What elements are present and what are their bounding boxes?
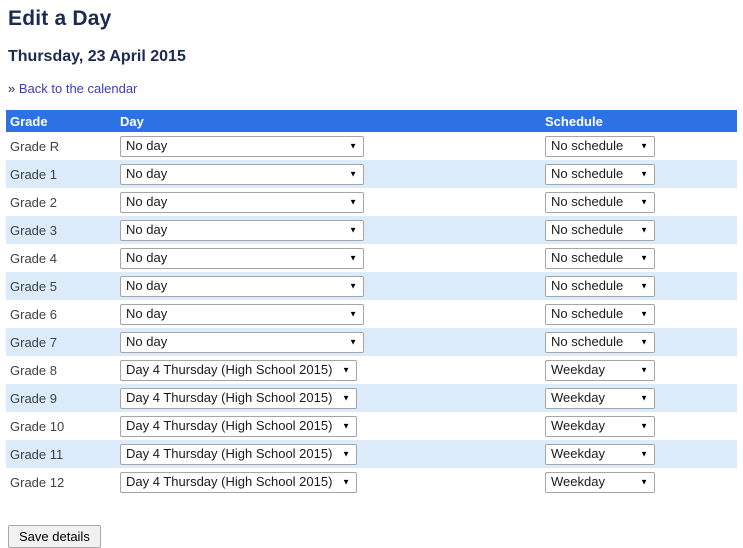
schedule-select[interactable]: No schedule — [545, 135, 655, 157]
schedule-select-wrapper: No schedule — [545, 275, 655, 297]
table-header-row: Grade Day Schedule — [6, 110, 737, 132]
day-select-wrapper: Day 4 Thursday (High School 2015) — [120, 471, 357, 493]
schedule-select-wrapper: Weekday — [545, 443, 655, 465]
back-link-prefix: » — [8, 81, 16, 96]
day-select-wrapper: Day 4 Thursday (High School 2015) — [120, 359, 357, 381]
schedule-select-wrapper: Weekday — [545, 415, 655, 437]
schedule-select-wrapper: No schedule — [545, 247, 655, 269]
table-row: Grade 1 No day No schedule — [6, 160, 737, 188]
edit-day-page: Edit a Day Thursday, 23 April 2015 » Bac… — [0, 0, 743, 548]
day-select-wrapper: Day 4 Thursday (High School 2015) — [120, 387, 357, 409]
grade-label: Grade 1 — [10, 166, 57, 182]
table-row: Grade 4 No day No schedule — [6, 244, 737, 272]
table-row: Grade 12 Day 4 Thursday (High School 201… — [6, 468, 737, 496]
day-select-wrapper: Day 4 Thursday (High School 2015) — [120, 443, 357, 465]
column-header-schedule: Schedule — [545, 113, 603, 129]
column-header-day: Day — [120, 113, 144, 129]
day-select-wrapper: Day 4 Thursday (High School 2015) — [120, 415, 357, 437]
day-select[interactable]: No day — [120, 135, 364, 157]
day-select[interactable]: No day — [120, 219, 364, 241]
day-select-wrapper: No day — [120, 191, 364, 213]
day-select[interactable]: No day — [120, 191, 364, 213]
grade-label: Grade 2 — [10, 194, 57, 210]
day-select-wrapper: No day — [120, 275, 364, 297]
schedule-select[interactable]: No schedule — [545, 303, 655, 325]
table-row: Grade 10 Day 4 Thursday (High School 201… — [6, 412, 737, 440]
grade-label: Grade 12 — [10, 474, 65, 490]
save-details-button[interactable]: Save details — [8, 525, 101, 548]
table-row: Grade 7 No day No schedule — [6, 328, 737, 356]
schedule-select-wrapper: Weekday — [545, 471, 655, 493]
grade-label: Grade R — [10, 138, 60, 154]
schedule-select[interactable]: No schedule — [545, 163, 655, 185]
grade-label: Grade 9 — [10, 390, 57, 406]
schedule-select[interactable]: No schedule — [545, 331, 655, 353]
schedule-select-wrapper: Weekday — [545, 387, 655, 409]
schedule-select-wrapper: No schedule — [545, 191, 655, 213]
schedule-select-wrapper: No schedule — [545, 303, 655, 325]
table-row: Grade 9 Day 4 Thursday (High School 2015… — [6, 384, 737, 412]
table-row: Grade 5 No day No schedule — [6, 272, 737, 300]
grade-label: Grade 6 — [10, 306, 57, 322]
column-header-grade: Grade — [10, 113, 48, 129]
schedule-select[interactable]: Weekday — [545, 415, 655, 437]
day-select[interactable]: Day 4 Thursday (High School 2015) — [120, 387, 357, 409]
table-row: Grade 6 No day No schedule — [6, 300, 737, 328]
table-row: Grade 3 No day No schedule — [6, 216, 737, 244]
table-row: Grade 2 No day No schedule — [6, 188, 737, 216]
day-select[interactable]: Day 4 Thursday (High School 2015) — [120, 359, 357, 381]
grade-label: Grade 4 — [10, 250, 57, 266]
grade-label: Grade 8 — [10, 362, 57, 378]
page-title: Edit a Day — [8, 7, 112, 30]
day-select-wrapper: No day — [120, 331, 364, 353]
schedule-select[interactable]: Weekday — [545, 471, 655, 493]
grade-label: Grade 5 — [10, 278, 57, 294]
schedule-select[interactable]: Weekday — [545, 387, 655, 409]
schedule-select-wrapper: Weekday — [545, 359, 655, 381]
day-select[interactable]: Day 4 Thursday (High School 2015) — [120, 415, 357, 437]
day-select[interactable]: No day — [120, 303, 364, 325]
schedule-select-wrapper: No schedule — [545, 163, 655, 185]
date-heading: Thursday, 23 April 2015 — [8, 48, 186, 65]
schedule-select-wrapper: No schedule — [545, 219, 655, 241]
schedule-select[interactable]: Weekday — [545, 359, 655, 381]
schedule-select[interactable]: No schedule — [545, 191, 655, 213]
schedule-select[interactable]: No schedule — [545, 275, 655, 297]
table-row: Grade R No day No schedule — [6, 132, 737, 160]
day-select-wrapper: No day — [120, 303, 364, 325]
grade-label: Grade 11 — [10, 446, 64, 462]
day-select-wrapper: No day — [120, 219, 364, 241]
schedule-select[interactable]: Weekday — [545, 443, 655, 465]
grade-label: Grade 7 — [10, 334, 57, 350]
grade-label: Grade 10 — [10, 418, 65, 434]
day-select[interactable]: No day — [120, 163, 364, 185]
day-select[interactable]: Day 4 Thursday (High School 2015) — [120, 443, 357, 465]
day-select-wrapper: No day — [120, 135, 364, 157]
day-select-wrapper: No day — [120, 163, 364, 185]
grade-schedule-table: Grade Day Schedule Grade R No day No sch… — [6, 110, 737, 496]
day-select-wrapper: No day — [120, 247, 364, 269]
breadcrumb: » Back to the calendar — [8, 81, 735, 96]
grade-label: Grade 3 — [10, 222, 57, 238]
day-select[interactable]: No day — [120, 331, 364, 353]
day-select[interactable]: No day — [120, 275, 364, 297]
schedule-select[interactable]: No schedule — [545, 219, 655, 241]
schedule-select-wrapper: No schedule — [545, 135, 655, 157]
schedule-select-wrapper: No schedule — [545, 331, 655, 353]
day-select[interactable]: No day — [120, 247, 364, 269]
schedule-select[interactable]: No schedule — [545, 247, 655, 269]
table-row: Grade 11 Day 4 Thursday (High School 201… — [6, 440, 737, 468]
day-select[interactable]: Day 4 Thursday (High School 2015) — [120, 471, 357, 493]
back-to-calendar-link[interactable]: Back to the calendar — [19, 81, 138, 96]
table-row: Grade 8 Day 4 Thursday (High School 2015… — [6, 356, 737, 384]
